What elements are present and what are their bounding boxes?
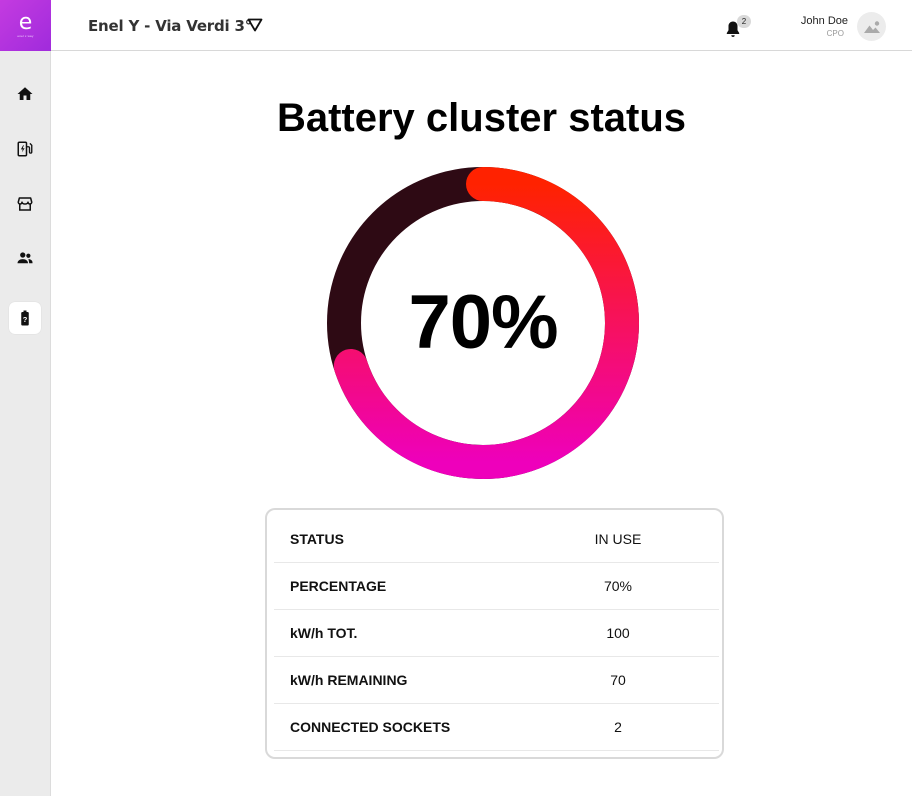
user-name: John Doe: [800, 15, 848, 27]
row-value: 70: [610, 672, 626, 688]
page-title: Battery cluster status: [276, 96, 687, 140]
site-name: Enel Y - Via Verdi 3°: [88, 17, 253, 35]
sidebar-item-home[interactable]: [9, 78, 41, 110]
home-icon: [17, 87, 33, 100]
avatar-placeholder-icon: [863, 20, 880, 33]
sidebar-item-battery[interactable]: ?: [9, 302, 41, 334]
ev-station-icon: [17, 141, 33, 157]
row-value: IN USE: [594, 531, 642, 547]
table-row: CONNECTED SOCKETS 2: [274, 704, 719, 751]
table-row: kW/h TOT. 100: [274, 610, 719, 657]
table-row: kW/h REMAINING 70: [274, 657, 719, 704]
table-row: PERCENTAGE 70%: [274, 563, 719, 610]
row-label: kW/h TOT.: [290, 625, 358, 641]
triangle-down-icon[interactable]: [247, 18, 263, 32]
status-table: STATUS IN USE PERCENTAGE 70% kW/h TOT. 100 kW/…: [265, 508, 724, 759]
row-value: 70%: [603, 578, 633, 594]
storefront-icon: [17, 197, 33, 211]
table-row: STATUS IN USE: [274, 516, 719, 563]
battery-unknown-icon: ?: [21, 310, 29, 326]
logo-mark: e: [18, 10, 33, 35]
sidebar-item-charging[interactable]: [9, 133, 41, 165]
row-value: 2: [614, 719, 622, 735]
row-label: STATUS: [290, 531, 344, 547]
gauge-value: 70%: [408, 280, 558, 365]
notification-badge: 2: [737, 15, 751, 28]
logo-subtext: enel x way: [17, 34, 34, 38]
sidebar: e enel x way ?: [0, 0, 51, 796]
top-header: Enel Y - Via Verdi 3° 2 John Doe CPO: [51, 0, 912, 51]
row-label: kW/h REMAINING: [290, 672, 408, 688]
sidebar-item-users[interactable]: [9, 242, 41, 274]
avatar[interactable]: [857, 12, 886, 41]
row-label: CONNECTED SOCKETS: [290, 719, 451, 735]
svg-text:?: ?: [23, 315, 28, 324]
row-label: PERCENTAGE: [290, 578, 387, 594]
row-value: 100: [606, 625, 630, 641]
user-role: CPO: [826, 29, 844, 38]
people-icon: [17, 252, 33, 264]
app-logo[interactable]: e enel x way: [0, 0, 51, 51]
sidebar-item-store[interactable]: [9, 188, 41, 220]
